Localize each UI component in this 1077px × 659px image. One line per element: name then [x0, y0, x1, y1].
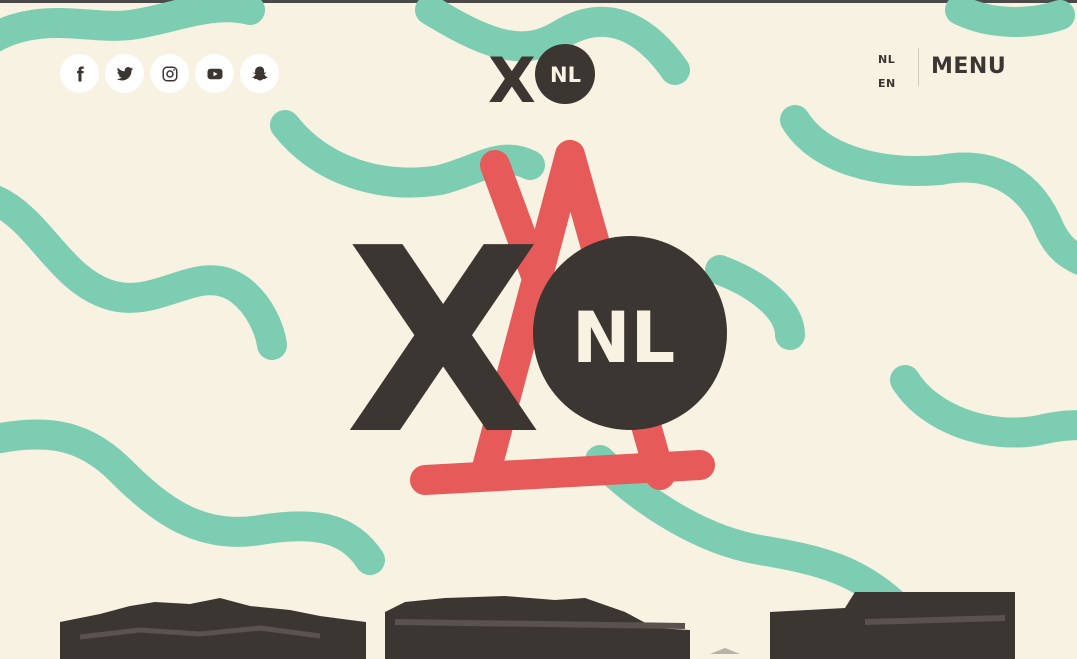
youtube-button[interactable] — [195, 54, 234, 93]
twitter-button[interactable] — [105, 54, 144, 93]
hero-letter: X — [345, 194, 542, 491]
header-divider — [918, 48, 919, 86]
lang-en-link[interactable]: EN — [878, 72, 908, 96]
snapchat-button[interactable] — [240, 54, 279, 93]
card-2-image — [385, 596, 690, 659]
hero-badge-text: NL — [572, 297, 675, 379]
content-card-2[interactable] — [385, 592, 690, 659]
youtube-icon — [207, 68, 222, 79]
twitter-icon — [116, 66, 133, 80]
language-switcher: NL EN — [878, 48, 908, 96]
lang-nl-link[interactable]: NL — [878, 48, 908, 72]
facebook-icon — [76, 66, 84, 81]
instagram-icon — [162, 66, 177, 81]
logo-letter: X — [488, 44, 536, 106]
card-3-image — [710, 592, 1015, 659]
logo-badge-text: NL — [550, 63, 581, 87]
content-card-1[interactable] — [60, 592, 366, 659]
instagram-button[interactable] — [150, 54, 189, 93]
hero-logo: X NL — [345, 140, 727, 495]
snapchat-icon — [251, 66, 268, 81]
menu-button[interactable]: MENU — [931, 54, 1006, 79]
card-1-image — [60, 598, 366, 659]
social-links — [60, 54, 279, 93]
facebook-button[interactable] — [60, 54, 99, 93]
site-logo[interactable]: X NL — [480, 44, 598, 106]
content-card-3[interactable] — [705, 592, 1015, 659]
